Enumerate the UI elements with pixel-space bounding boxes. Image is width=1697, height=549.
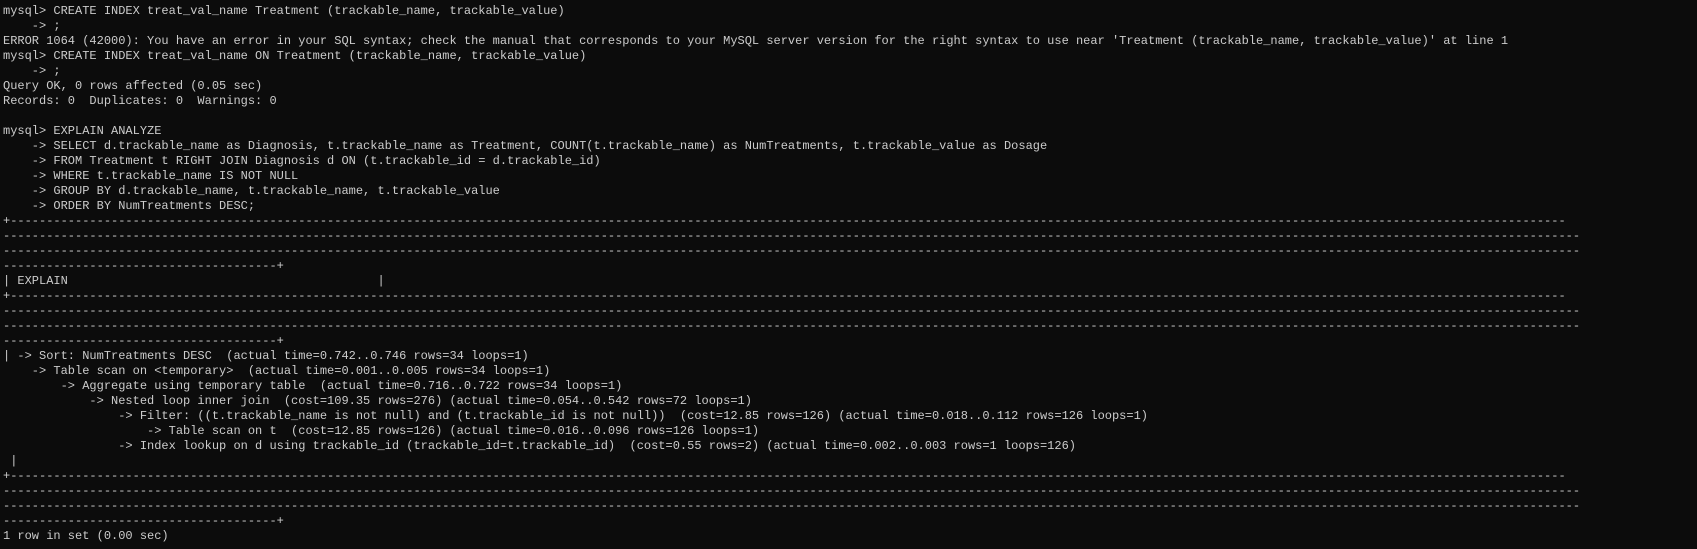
explain-plan-line: | -> Sort: NumTreatments DESC (actual ti… [3, 349, 529, 363]
explain-plan-line: | [3, 454, 18, 468]
explain-plan-line: -> Nested loop inner join (cost=109.35 r… [3, 394, 752, 408]
terminal-line: -> ; [3, 64, 61, 78]
terminal-line: mysql> CREATE INDEX treat_val_name ON Tr… [3, 49, 587, 63]
table-border-line: ----------------------------------------… [3, 499, 1581, 513]
table-border-line: ----------------------------------------… [3, 304, 1581, 318]
table-header-line: | EXPLAIN | [3, 274, 385, 288]
explain-plan-line: -> Table scan on t (cost=12.85 rows=126)… [3, 424, 760, 438]
query-status-line: Records: 0 Duplicates: 0 Warnings: 0 [3, 94, 277, 108]
table-border-line: ----------------------------------------… [3, 484, 1581, 498]
terminal-line: -> GROUP BY d.trackable_name, t.trackabl… [3, 184, 500, 198]
table-border-line: --------------------------------------+ [3, 259, 284, 273]
terminal-line: -> ; [3, 19, 61, 33]
terminal-line: mysql> EXPLAIN ANALYZE [3, 124, 162, 138]
error-message-line: ERROR 1064 (42000): You have an error in… [3, 34, 1509, 48]
terminal-line: -> WHERE t.trackable_name IS NOT NULL [3, 169, 299, 183]
table-border-line: --------------------------------------+ [3, 514, 284, 528]
table-border-line: +---------------------------------------… [3, 469, 1566, 483]
terminal-line: -> SELECT d.trackable_name as Diagnosis,… [3, 139, 1048, 153]
explain-plan-line: -> Index lookup on d using trackable_id … [3, 439, 1076, 453]
explain-plan-line: -> Table scan on <temporary> (actual tim… [3, 364, 551, 378]
table-border-line: ----------------------------------------… [3, 229, 1581, 243]
explain-plan-line: -> Aggregate using temporary table (actu… [3, 379, 623, 393]
query-status-line: 1 row in set (0.00 sec) [3, 529, 169, 543]
explain-plan-line: -> Filter: ((t.trackable_name is not nul… [3, 409, 1148, 423]
terminal-output[interactable]: mysql> CREATE INDEX treat_val_name Treat… [0, 0, 1697, 549]
table-border-line: ----------------------------------------… [3, 319, 1581, 333]
terminal-line: mysql> CREATE INDEX treat_val_name Treat… [3, 4, 565, 18]
terminal-line: -> ORDER BY NumTreatments DESC; [3, 199, 256, 213]
query-status-line: Query OK, 0 rows affected (0.05 sec) [3, 79, 263, 93]
table-border-line: +---------------------------------------… [3, 289, 1566, 303]
table-border-line: ----------------------------------------… [3, 244, 1581, 258]
table-border-line: +---------------------------------------… [3, 214, 1566, 228]
table-border-line: --------------------------------------+ [3, 334, 284, 348]
terminal-line: -> FROM Treatment t RIGHT JOIN Diagnosis… [3, 154, 601, 168]
